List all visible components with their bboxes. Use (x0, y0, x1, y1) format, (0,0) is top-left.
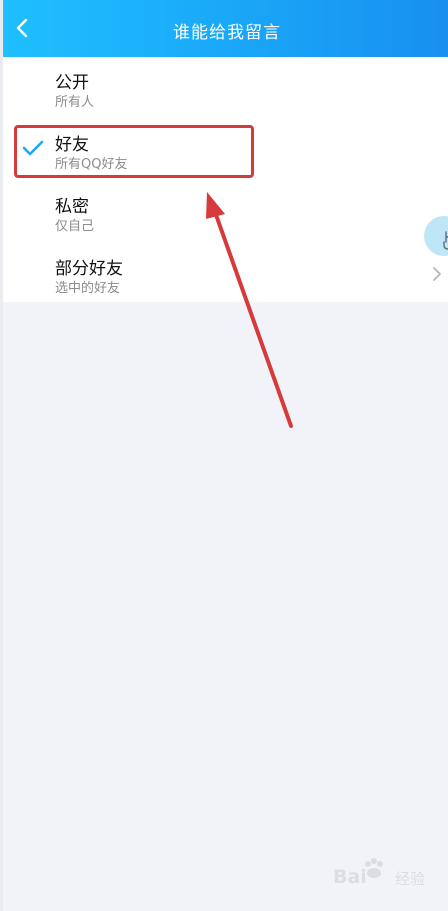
option-title: 部分好友 (55, 259, 123, 279)
option-private[interactable]: 私密 仅自己 (3, 181, 448, 243)
screen: 谁能给我留言 公开 所有人 好友 所有QQ好友 私密 仅自己 部分好友 选中的好… (0, 0, 448, 911)
option-title: 公开 (55, 73, 89, 93)
annotation-highlight-box (14, 125, 254, 178)
option-subtitle: 仅自己 (55, 219, 95, 234)
watermark: Bai 经验 (303, 858, 448, 896)
hand-pointer-icon (443, 231, 448, 250)
header-bar: 谁能给我留言 (3, 0, 448, 57)
option-subtitle: 所有人 (55, 95, 95, 110)
option-public[interactable]: 公开 所有人 (3, 57, 448, 119)
option-some-friends[interactable]: 部分好友 选中的好友 (3, 243, 448, 305)
page-title: 谁能给我留言 (173, 23, 281, 43)
option-subtitle: 选中的好友 (55, 281, 121, 296)
chevron-right-icon (433, 267, 441, 281)
option-title: 私密 (55, 197, 89, 217)
privacy-option-list: 公开 所有人 好友 所有QQ好友 私密 仅自己 部分好友 选中的好友 (3, 57, 448, 302)
watermark-sub: 经验 (395, 870, 426, 888)
watermark-text: Bai (333, 866, 367, 888)
